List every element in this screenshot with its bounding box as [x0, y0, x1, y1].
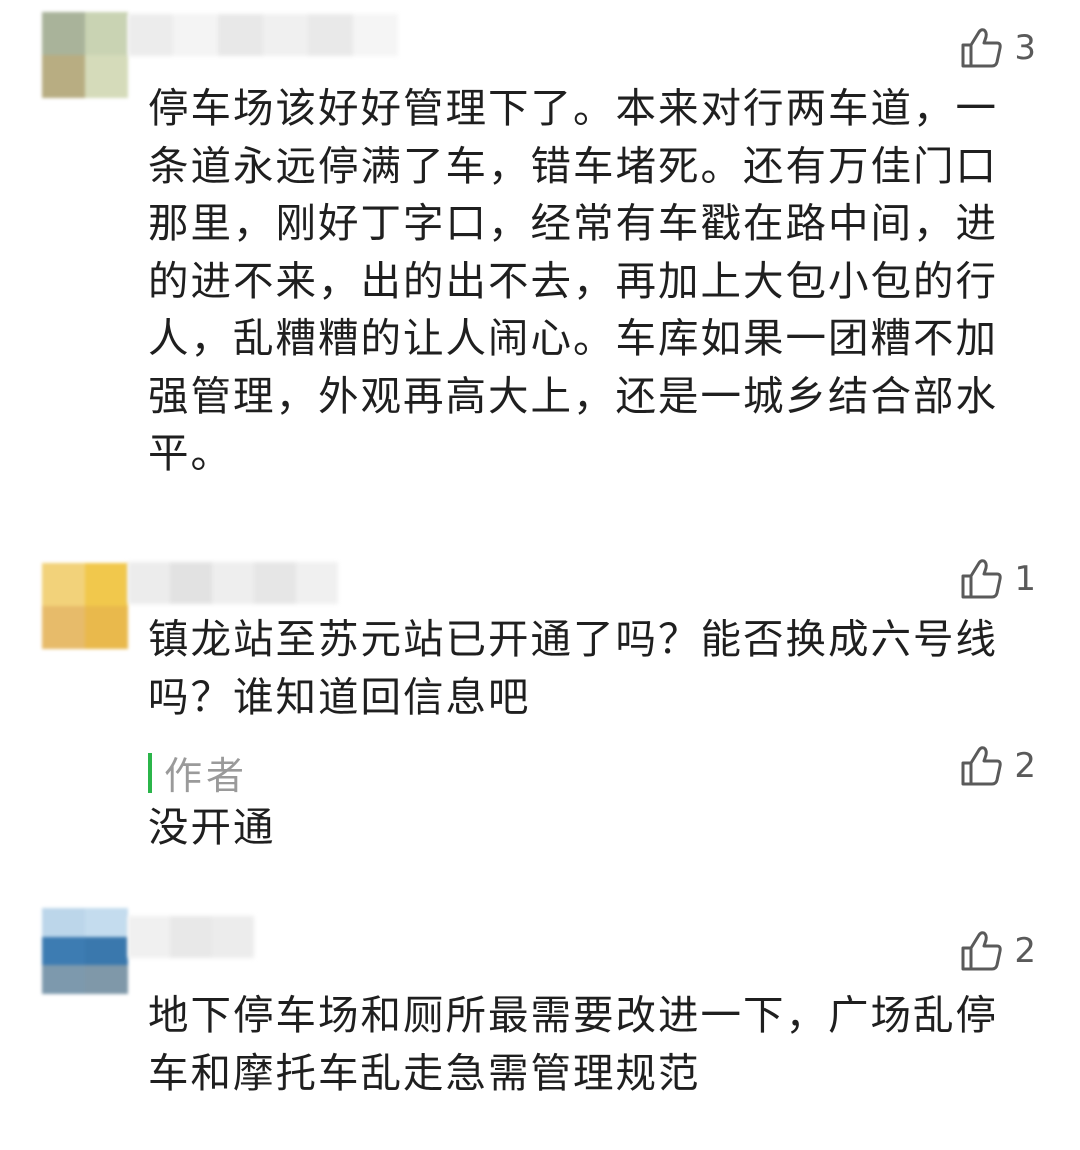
thumbs-up-icon [960, 930, 1004, 972]
nickname-blurred[interactable] [128, 916, 254, 958]
avatar[interactable] [42, 12, 128, 98]
comment-text: 镇龙站至苏元站已开通了吗？能否换成六号线吗？谁知道回信息吧 [148, 615, 998, 721]
thumbs-up-icon [960, 558, 1004, 600]
author-label: 作者 [164, 754, 249, 798]
author-reply-label: 作者 [148, 745, 248, 800]
like-count: 1 [1014, 559, 1036, 599]
like-count: 2 [1014, 931, 1036, 971]
author-accent-bar [148, 752, 152, 793]
thumbs-up-icon [960, 745, 1004, 787]
like-count: 3 [1014, 28, 1036, 68]
like-button[interactable]: 2 [960, 930, 1036, 972]
avatar[interactable] [42, 908, 128, 994]
like-count: 2 [1014, 746, 1036, 786]
reply-text: 没开通 [148, 803, 276, 851]
comment-text: 停车场该好好管理下了。本来对行两车道，一条道永远停满了车，错车堵死。还有万佳门口… [148, 84, 998, 477]
avatar[interactable] [42, 563, 128, 649]
comment-text: 地下停车场和厕所最需要改进一下，广场乱停车和摩托车乱走急需管理规范 [148, 991, 998, 1097]
like-button[interactable]: 3 [960, 27, 1036, 69]
nickname-blurred[interactable] [128, 562, 338, 604]
reply-like-button[interactable]: 2 [960, 745, 1036, 787]
nickname-blurred[interactable] [128, 14, 398, 56]
like-button[interactable]: 1 [960, 558, 1036, 600]
thumbs-up-icon [960, 27, 1004, 69]
